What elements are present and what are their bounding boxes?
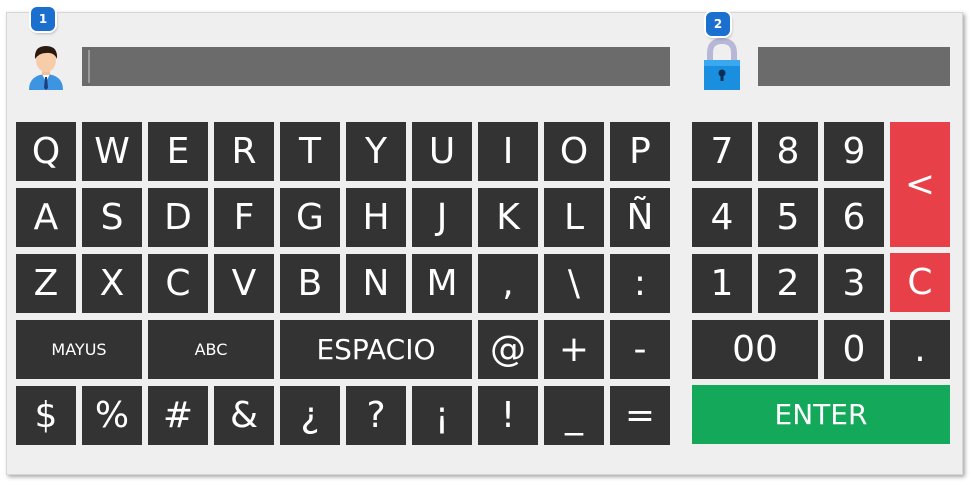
num-key-0[interactable]: 0 bbox=[824, 320, 884, 379]
key-1-3[interactable]: F bbox=[214, 188, 274, 247]
num-key-dot[interactable]: . bbox=[890, 320, 950, 379]
key-1-0[interactable]: A bbox=[16, 188, 76, 247]
shift-key[interactable]: MAYUS bbox=[16, 320, 142, 379]
key-4-6[interactable]: ¡ bbox=[412, 386, 472, 445]
user-avatar-icon bbox=[29, 46, 63, 90]
key-2-8[interactable]: \ bbox=[544, 254, 604, 313]
key-2-1[interactable]: X bbox=[82, 254, 142, 313]
num-key-8[interactable]: 8 bbox=[758, 122, 818, 181]
enter-key[interactable]: ENTER bbox=[692, 385, 950, 444]
key-2-7[interactable]: , bbox=[478, 254, 538, 313]
key-0-2[interactable]: E bbox=[148, 122, 208, 181]
key-0-5[interactable]: Y bbox=[346, 122, 406, 181]
num-key-5[interactable]: 5 bbox=[758, 188, 818, 247]
key-at[interactable]: @ bbox=[478, 320, 538, 379]
space-key[interactable]: ESPACIO bbox=[280, 320, 472, 379]
key-2-2[interactable]: C bbox=[148, 254, 208, 313]
key-0-7[interactable]: I bbox=[478, 122, 538, 181]
key-1-9[interactable]: Ñ bbox=[610, 188, 670, 247]
key-0-9[interactable]: P bbox=[610, 122, 670, 181]
key-2-9[interactable]: : bbox=[610, 254, 670, 313]
key-0-0[interactable]: Q bbox=[16, 122, 76, 181]
key-4-5[interactable]: ? bbox=[346, 386, 406, 445]
key-2-3[interactable]: V bbox=[214, 254, 274, 313]
key-1-5[interactable]: H bbox=[346, 188, 406, 247]
key-4-3[interactable]: & bbox=[214, 386, 274, 445]
user-input[interactable] bbox=[82, 47, 670, 86]
key-0-6[interactable]: U bbox=[412, 122, 472, 181]
text-cursor bbox=[88, 50, 90, 83]
num-key-4[interactable]: 4 bbox=[692, 188, 752, 247]
num-key-6[interactable]: 6 bbox=[824, 188, 884, 247]
key-1-7[interactable]: K bbox=[478, 188, 538, 247]
key-0-3[interactable]: R bbox=[214, 122, 274, 181]
key-4-2[interactable]: # bbox=[148, 386, 208, 445]
num-key-00[interactable]: 00 bbox=[692, 320, 818, 379]
num-key-1[interactable]: 1 bbox=[692, 254, 752, 313]
lock-icon bbox=[704, 38, 740, 90]
key-1-8[interactable]: L bbox=[544, 188, 604, 247]
backspace-key[interactable]: < bbox=[890, 122, 950, 247]
num-key-7[interactable]: 7 bbox=[692, 122, 752, 181]
key-2-0[interactable]: Z bbox=[16, 254, 76, 313]
key-4-7[interactable]: ! bbox=[478, 386, 538, 445]
key-1-6[interactable]: J bbox=[412, 188, 472, 247]
key-4-0[interactable]: $ bbox=[16, 386, 76, 445]
password-input[interactable] bbox=[758, 47, 950, 86]
badge-password: 2 bbox=[706, 12, 730, 36]
key-2-5[interactable]: N bbox=[346, 254, 406, 313]
key-1-4[interactable]: G bbox=[280, 188, 340, 247]
key-1-2[interactable]: D bbox=[148, 188, 208, 247]
key-minus[interactable]: - bbox=[610, 320, 670, 379]
key-2-6[interactable]: M bbox=[412, 254, 472, 313]
key-0-4[interactable]: T bbox=[280, 122, 340, 181]
clear-key[interactable]: C bbox=[890, 253, 950, 312]
key-4-4[interactable]: ¿ bbox=[280, 386, 340, 445]
key-plus[interactable]: + bbox=[544, 320, 604, 379]
num-key-3[interactable]: 3 bbox=[824, 254, 884, 313]
key-0-1[interactable]: W bbox=[82, 122, 142, 181]
key-4-8[interactable]: _ bbox=[544, 386, 604, 445]
abc-key[interactable]: ABC bbox=[148, 320, 274, 379]
key-1-1[interactable]: S bbox=[82, 188, 142, 247]
key-4-1[interactable]: % bbox=[82, 386, 142, 445]
num-key-9[interactable]: 9 bbox=[824, 122, 884, 181]
key-0-8[interactable]: O bbox=[544, 122, 604, 181]
num-key-2[interactable]: 2 bbox=[758, 254, 818, 313]
badge-user: 1 bbox=[31, 7, 55, 31]
key-4-9[interactable]: = bbox=[610, 386, 670, 445]
key-2-4[interactable]: B bbox=[280, 254, 340, 313]
